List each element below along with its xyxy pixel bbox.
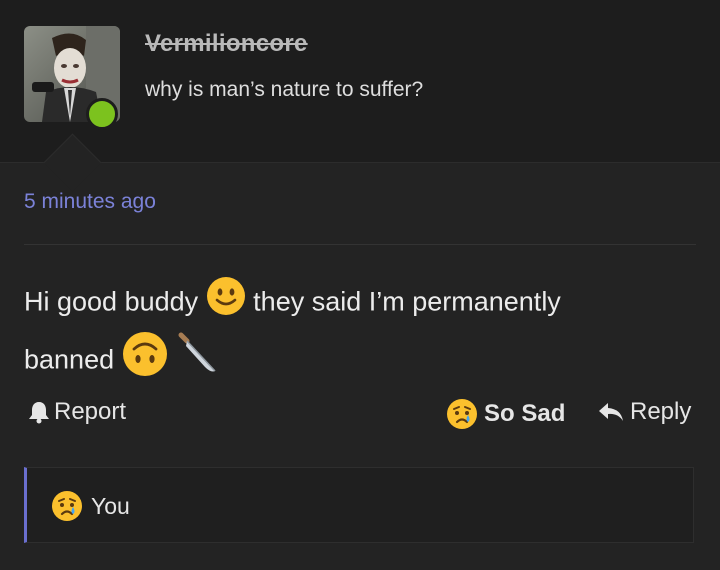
user-status-text: why is man’s nature to suffer?: [145, 78, 424, 101]
reaction-label: So Sad: [484, 400, 566, 427]
report-label: Report: [54, 398, 127, 425]
reaction-user-label: You: [91, 492, 130, 519]
reactions-list: You: [24, 467, 694, 543]
message-text: Hi good buddy: [24, 286, 199, 317]
knife-emoji-icon: [175, 331, 221, 392]
online-status-indicator: [86, 98, 118, 130]
report-button[interactable]: Report: [28, 398, 126, 426]
reply-arrow-icon: [599, 403, 623, 421]
reply-label: Reply: [630, 398, 692, 425]
post-actions: Report So Sad Reply: [24, 398, 696, 434]
message-text: they said I’m permanently: [253, 286, 561, 317]
reaction-button[interactable]: So Sad: [446, 398, 565, 430]
message-text: banned: [24, 344, 115, 375]
sad-face-emoji-icon: [447, 399, 477, 429]
username[interactable]: Vermilioncore: [145, 30, 308, 58]
upside-down-face-emoji-icon: [122, 331, 168, 392]
post-timestamp[interactable]: 5 minutes ago: [24, 190, 156, 214]
smiley-emoji-icon: [206, 276, 246, 331]
sad-face-emoji-icon: [52, 491, 82, 521]
bell-icon: [29, 402, 49, 424]
post-message: Hi good buddy they said I’m permanently …: [24, 276, 684, 392]
reaction-entry[interactable]: You: [51, 490, 130, 522]
reply-button[interactable]: Reply: [598, 398, 691, 426]
divider: [24, 244, 696, 245]
